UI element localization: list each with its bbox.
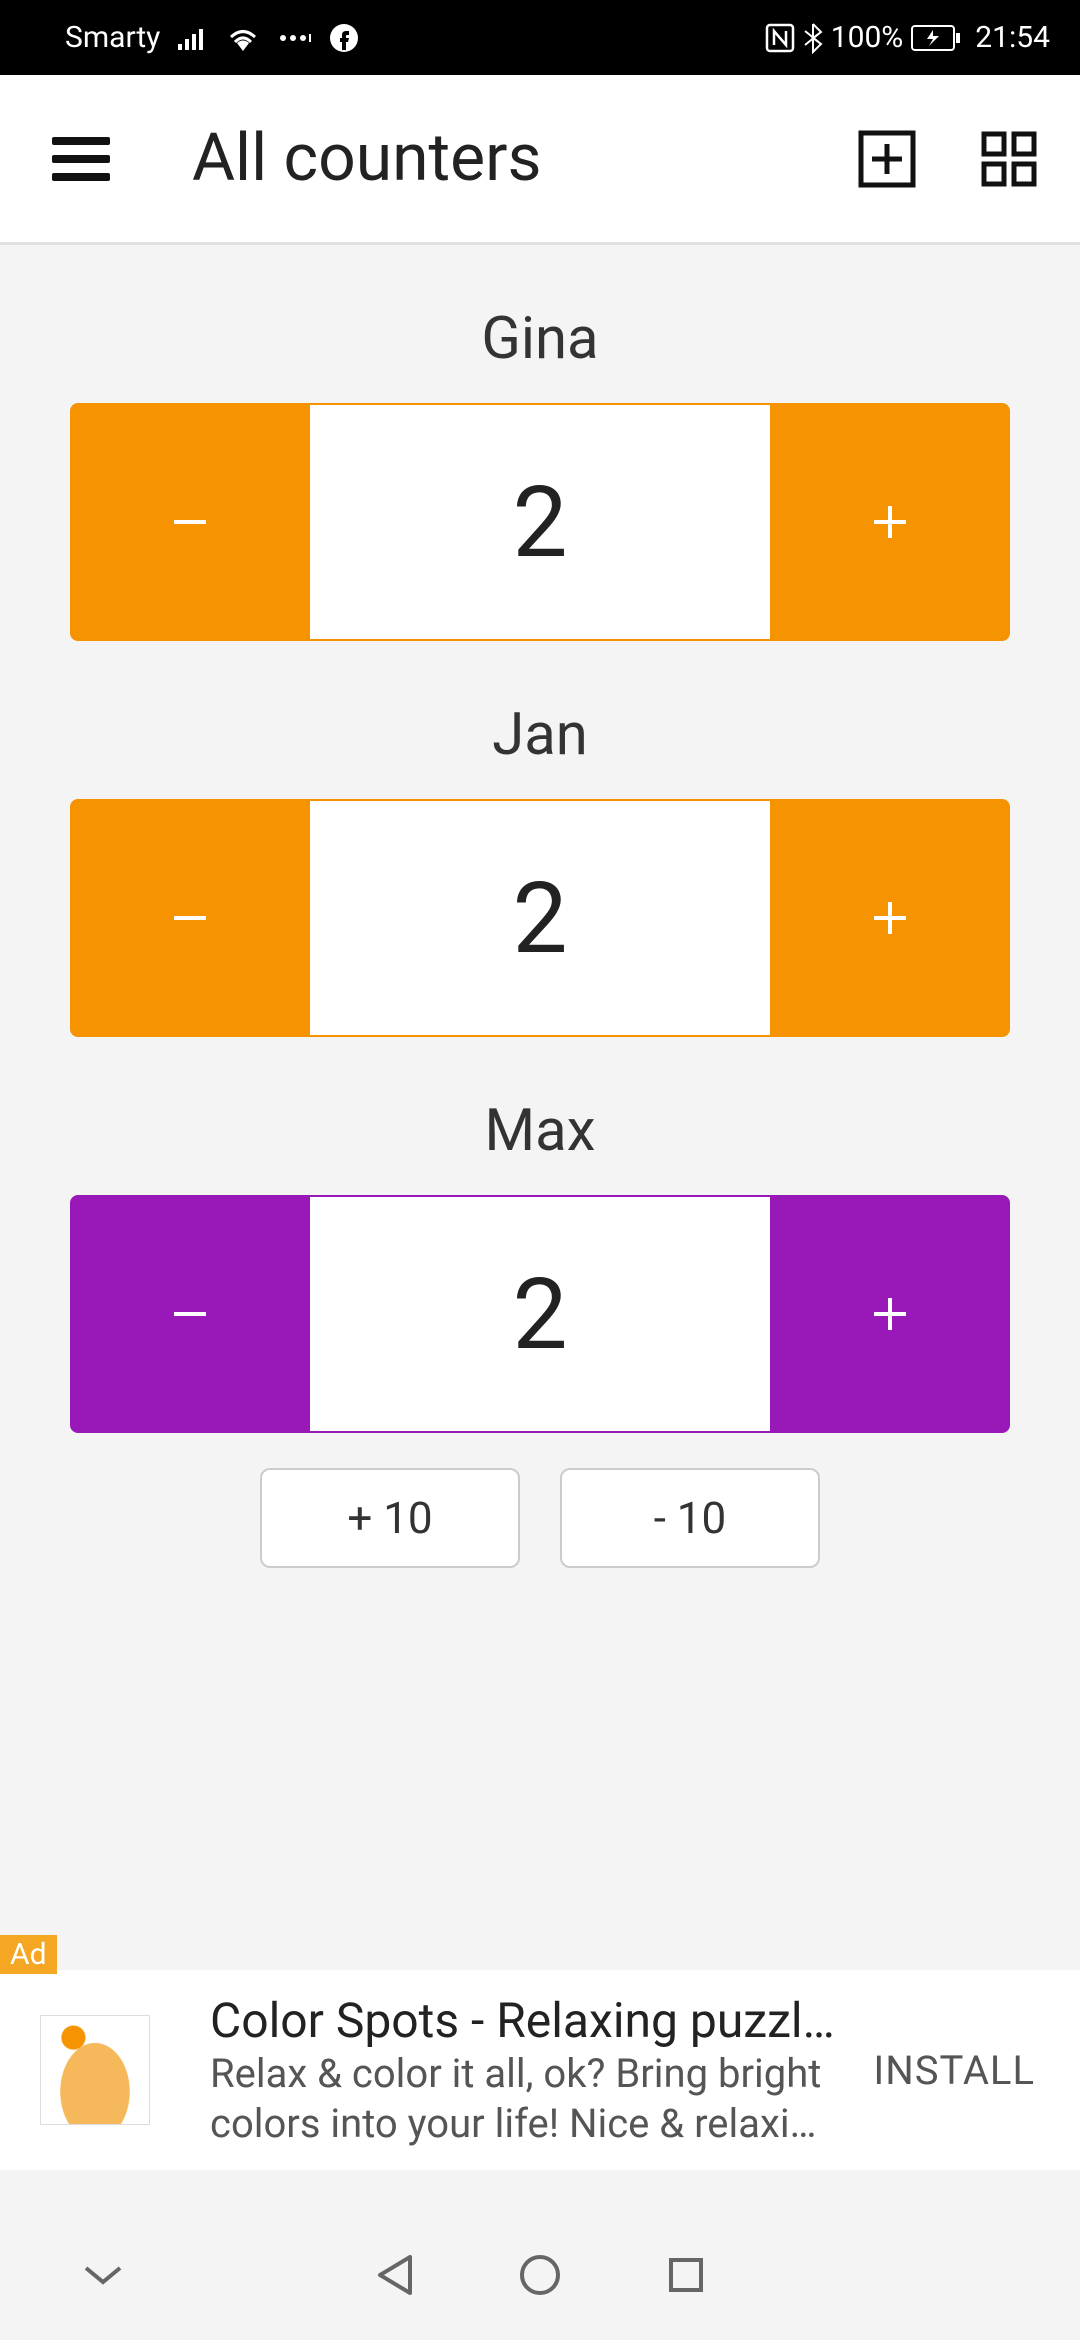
back-button[interactable] — [364, 2245, 424, 2305]
carrier-label: Smarty — [65, 20, 160, 55]
system-nav-bar — [0, 2210, 1080, 2340]
counter-name[interactable]: Gina — [70, 305, 1010, 373]
counter-value[interactable]: 2 — [310, 403, 770, 641]
counter-item: Max 2 + 10 - 10 — [70, 1097, 1010, 1568]
ad-description: Relax & color it all, ok? Bring bright c… — [210, 2049, 838, 2149]
counter-row: 2 — [70, 799, 1010, 1037]
increment-button[interactable] — [770, 403, 1010, 641]
counter-item: Jan 2 — [70, 701, 1010, 1037]
ad-title: Color Spots - Relaxing puzzle with d… — [210, 1992, 838, 2049]
decrement-button[interactable] — [70, 1195, 310, 1433]
ad-thumbnail — [0, 1975, 190, 2165]
grid-view-button[interactable] — [978, 128, 1040, 190]
counter-value[interactable]: 2 — [310, 1195, 770, 1433]
decrement-button[interactable] — [70, 799, 310, 1037]
ad-text-block: Color Spots - Relaxing puzzle with d… Re… — [190, 1992, 858, 2149]
wifi-icon — [226, 25, 260, 51]
facebook-icon — [330, 24, 358, 52]
ad-install-button[interactable]: INSTALL — [858, 2047, 1050, 2094]
more-icon — [278, 33, 312, 43]
app-toolbar: All counters — [0, 75, 1080, 245]
bluetooth-icon — [803, 22, 823, 54]
counters-list: Gina 2 Jan 2 Max — [0, 245, 1080, 1568]
counter-row: 2 — [70, 1195, 1010, 1433]
status-bar: Smarty 100% 21:54 — [0, 0, 1080, 75]
add-counter-button[interactable] — [856, 128, 918, 190]
collapse-keyboard-icon[interactable] — [73, 2245, 133, 2305]
status-left-group: Smarty — [65, 20, 358, 55]
nfc-icon — [765, 23, 795, 53]
home-button[interactable] — [510, 2245, 570, 2305]
recents-button[interactable] — [656, 2245, 716, 2305]
counter-item: Gina 2 — [70, 305, 1010, 641]
signal-icon — [178, 26, 208, 50]
plus-ten-button[interactable]: + 10 — [260, 1468, 520, 1568]
battery-pct-label: 100% — [831, 20, 904, 55]
increment-button[interactable] — [770, 799, 1010, 1037]
status-right-group: 100% 21:54 — [765, 20, 1050, 55]
minus-ten-button[interactable]: - 10 — [560, 1468, 820, 1568]
ad-badge: Ad — [0, 1935, 57, 1974]
counter-value[interactable]: 2 — [310, 799, 770, 1037]
ad-banner[interactable]: Ad Color Spots - Relaxing puzzle with d…… — [0, 1970, 1080, 2170]
page-title: All counters — [192, 120, 856, 197]
decrement-button[interactable] — [70, 403, 310, 641]
counter-name[interactable]: Max — [70, 1097, 1010, 1165]
counter-row: 2 — [70, 403, 1010, 641]
counter-name[interactable]: Jan — [70, 701, 1010, 769]
hamburger-menu-icon[interactable] — [50, 128, 112, 190]
increment-button[interactable] — [770, 1195, 1010, 1433]
battery-icon — [911, 25, 961, 51]
clock-label: 21:54 — [975, 20, 1050, 55]
extra-step-buttons: + 10 - 10 — [70, 1468, 1010, 1568]
